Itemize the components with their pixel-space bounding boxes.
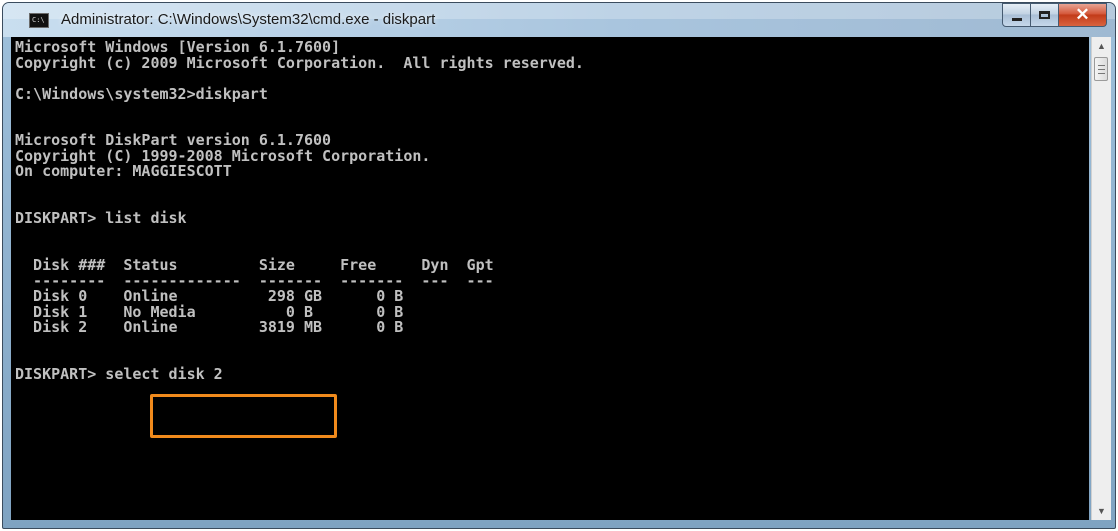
title-bar[interactable]: C:\ Administrator: C:\Windows\System32\c… bbox=[3, 3, 1115, 37]
close-button[interactable]: ✕ bbox=[1059, 3, 1107, 27]
console-line: Microsoft DiskPart version 6.1.7600 bbox=[15, 131, 332, 149]
grip-icon bbox=[1097, 64, 1105, 74]
scroll-down-icon[interactable]: ▼ bbox=[1092, 502, 1111, 520]
minimize-icon bbox=[1011, 17, 1022, 21]
table-header: Disk ### Status Size Free Dyn Gpt bbox=[15, 256, 494, 274]
console-line: C:\Windows\system32>diskpart bbox=[15, 85, 268, 103]
cmd-window: C:\ Administrator: C:\Windows\System32\c… bbox=[2, 2, 1116, 529]
vertical-scrollbar[interactable]: ▲ ▼ bbox=[1091, 37, 1111, 520]
command-highlight-box bbox=[150, 394, 337, 438]
console-line: Copyright (c) 2009 Microsoft Corporation… bbox=[15, 54, 584, 72]
maximize-icon bbox=[1039, 11, 1050, 19]
console-output[interactable]: Microsoft Windows [Version 6.1.7600] Cop… bbox=[11, 37, 1089, 520]
console-line-command: DISKPART> select disk 2 bbox=[15, 365, 223, 383]
close-icon: ✕ bbox=[1075, 5, 1090, 24]
cmd-app-icon[interactable]: C:\ bbox=[29, 13, 49, 28]
console-line: DISKPART> list disk bbox=[15, 209, 187, 227]
minimize-button[interactable] bbox=[1002, 3, 1031, 27]
console-line: Microsoft Windows [Version 6.1.7600] bbox=[15, 38, 341, 56]
caption-buttons: ✕ bbox=[1002, 3, 1107, 29]
cmd-icon-label: C:\ bbox=[32, 16, 45, 24]
scroll-thumb[interactable] bbox=[1094, 57, 1108, 81]
scroll-up-icon[interactable]: ▲ bbox=[1092, 37, 1111, 55]
table-row: Disk 0 Online 298 GB 0 B bbox=[15, 287, 404, 305]
table-row: Disk 2 Online 3819 MB 0 B bbox=[15, 318, 404, 336]
window-title: Administrator: C:\Windows\System32\cmd.e… bbox=[61, 11, 436, 28]
console-line: On computer: MAGGIESCOTT bbox=[15, 162, 232, 180]
maximize-button[interactable] bbox=[1031, 3, 1059, 27]
